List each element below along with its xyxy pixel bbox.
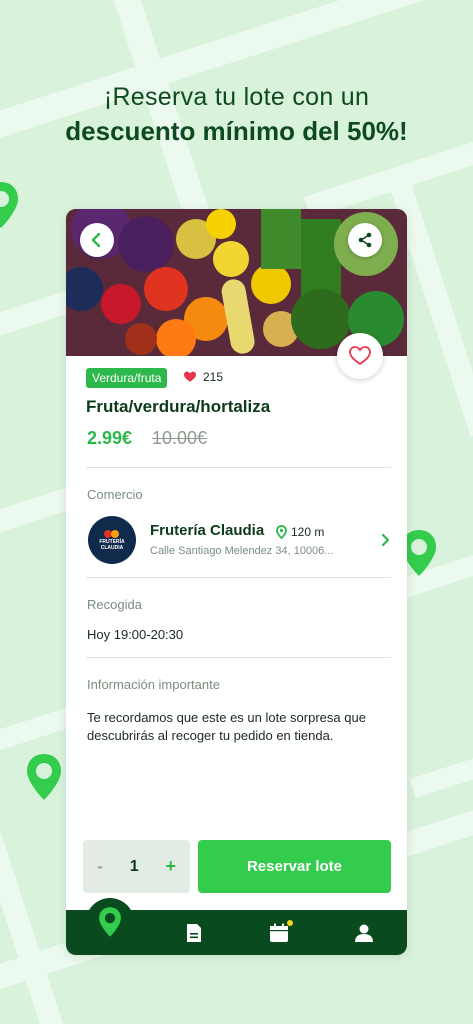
quantity-decrease-button[interactable]: - [97, 856, 103, 877]
product-title: Fruta/verdura/hortaliza [86, 397, 271, 416]
back-button[interactable] [80, 223, 114, 257]
chevron-right-icon [381, 533, 390, 547]
quantity-increase-button[interactable]: + [165, 856, 176, 877]
tab-orders[interactable] [183, 922, 205, 944]
share-button[interactable] [348, 223, 382, 257]
map-pin-icon [99, 907, 121, 937]
share-icon [358, 232, 372, 248]
info-text: Te recordamos que este es un lote sorpre… [87, 710, 366, 743]
divider [86, 577, 391, 578]
quantity-stepper: - 1 + [83, 840, 190, 893]
fruit-logo-icon [104, 530, 119, 538]
shop-logo: FRUTERÍA CLAUDIA [88, 516, 136, 564]
shop-row[interactable]: FRUTERÍA CLAUDIA Frutería Claudia 120 m … [86, 513, 391, 569]
shop-name: Frutería Claudia [150, 522, 265, 539]
shop-distance-value: 120 m [291, 525, 325, 539]
user-icon [355, 924, 373, 942]
shop-distance: 120 m [276, 525, 324, 539]
info-section-label: Información importante [87, 677, 220, 692]
chevron-left-icon [91, 232, 101, 248]
divider [86, 657, 391, 658]
headline-line-1: ¡Reserva tu lote con un [103, 83, 370, 111]
likes-value: 215 [203, 370, 224, 384]
tab-profile[interactable] [353, 922, 375, 944]
shop-address: Calle Santiago Melendez 34, 10006... [150, 545, 334, 557]
shop-section-label: Comercio [87, 487, 143, 502]
heart-outline-icon [349, 346, 371, 366]
promo-headline: ¡Reserva tu lote con un descuento mínimo… [0, 80, 473, 148]
likes-count: 215 [183, 370, 223, 384]
bottom-tab-bar [66, 898, 407, 955]
pickup-time: Hoy 19:00-20:30 [87, 627, 184, 642]
map-pin-icon [27, 754, 61, 800]
headline-line-2: descuento mínimo del 50%! [65, 116, 408, 146]
tab-map[interactable] [86, 898, 134, 946]
document-icon [187, 924, 201, 942]
pickup-section-label: Recogida [87, 597, 142, 612]
original-price: 10.00€ [152, 428, 208, 448]
notification-dot [287, 920, 293, 926]
reserve-button[interactable]: Reservar lote [198, 840, 391, 893]
calendar-icon [270, 923, 288, 942]
product-card: Verdura/fruta 215 Fruta/verdura/hortaliz… [66, 209, 407, 955]
map-pin-icon [0, 182, 18, 228]
quantity-value: 1 [129, 857, 139, 875]
shop-logo-text: FRUTERÍA CLAUDIA [99, 539, 125, 551]
category-badge: Verdura/fruta [86, 368, 168, 388]
divider [86, 467, 391, 468]
favorite-button[interactable] [337, 333, 383, 379]
location-pin-icon [276, 525, 287, 539]
tab-reservations[interactable] [268, 920, 293, 944]
current-price: 2.99€ [87, 428, 133, 448]
heart-filled-icon [184, 371, 196, 382]
